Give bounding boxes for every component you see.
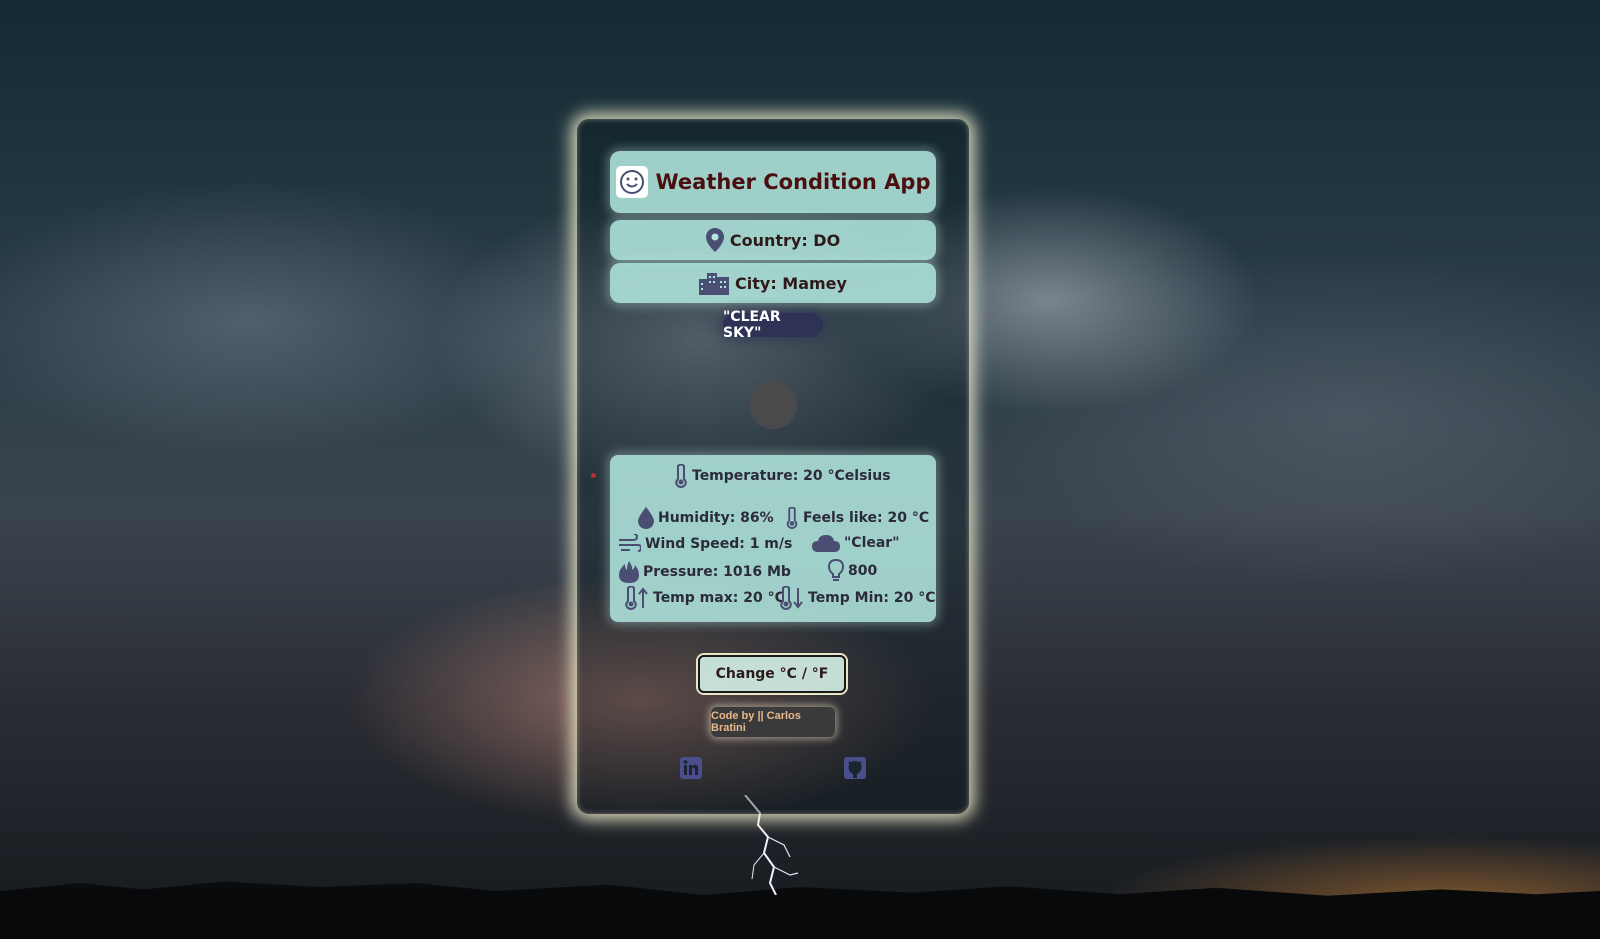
lightbulb-icon — [828, 559, 844, 581]
city-label: City: Mamey — [735, 273, 847, 293]
city-row: City: Mamey — [610, 263, 936, 303]
pressure-row: Pressure: 1016 Mb — [619, 561, 791, 583]
change-units-button[interactable]: Change °C / °F — [698, 655, 846, 693]
city-icon — [699, 273, 730, 295]
humidity-value: Humidity: 86% — [658, 510, 774, 526]
temp-min-row: Temp Min: 20 °C — [780, 586, 935, 610]
country-label: Country: DO — [729, 230, 841, 250]
feels-like-row: Feels like: 20 °C — [785, 507, 929, 529]
weather-code-value: 800 — [848, 563, 878, 579]
thermometer-up-icon — [625, 586, 648, 610]
map-pin-icon — [705, 228, 724, 252]
decorative-dot — [591, 473, 596, 478]
thermometer-down-icon — [780, 586, 803, 610]
fire-icon — [619, 561, 639, 583]
weather-code-row: 800 — [828, 559, 877, 583]
credit-badge: Code by || Carlos Bratini — [711, 707, 835, 737]
weather-description-badge: "CLEAR SKY" — [723, 309, 823, 341]
temperature-row: Temperature: 20 °Celsius — [674, 464, 891, 488]
cloud-icon — [812, 535, 840, 552]
app-title: Weather Condition App — [655, 170, 931, 194]
smile-icon — [615, 166, 648, 198]
country-row: Country: DO — [610, 220, 936, 260]
wind-speed-value: Wind Speed: 1 m/s — [645, 536, 793, 552]
thermometer-icon — [786, 507, 798, 529]
temperature-value: Temperature: 20 °Celsius — [692, 468, 891, 484]
app-header: Weather Condition App — [610, 151, 936, 213]
feels-like-value: Feels like: 20 °C — [803, 510, 930, 526]
github-icon[interactable] — [844, 757, 866, 779]
weather-condition-icon — [749, 381, 797, 429]
droplet-icon — [638, 507, 654, 529]
weather-card: Weather Condition App Country: DO City: … — [577, 119, 969, 814]
main-condition-row: "Clear" — [812, 534, 900, 552]
thermometer-icon — [675, 464, 687, 488]
main-condition-value: "Clear" — [844, 535, 900, 551]
weather-details-panel: Temperature: 20 °Celsius Humidity: 86% F… — [610, 455, 936, 622]
wind-row: Wind Speed: 1 m/s — [619, 534, 792, 554]
temp-max-row: Temp max: 20 °C — [625, 586, 785, 610]
humidity-row: Humidity: 86% — [638, 507, 774, 529]
temp-min-value: Temp Min: 20 °C — [808, 590, 936, 606]
pressure-value: Pressure: 1016 Mb — [643, 564, 791, 580]
wind-icon — [619, 534, 641, 552]
temp-max-value: Temp max: 20 °C — [653, 590, 785, 606]
linkedin-icon[interactable] — [680, 757, 702, 779]
